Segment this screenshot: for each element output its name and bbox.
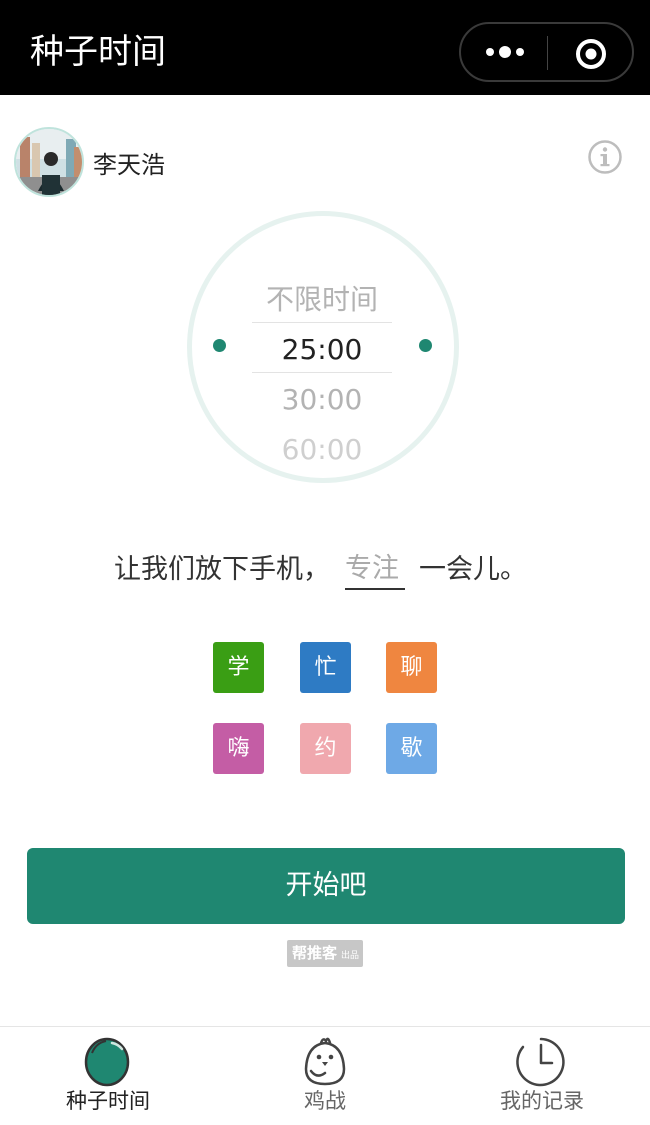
dial-dot-left — [213, 339, 226, 352]
tab-label-my-records: 我的记录 — [500, 1089, 584, 1113]
credit-brand: 帮推客 — [292, 944, 338, 962]
tag-study[interactable]: 学 — [213, 642, 264, 693]
picker-selection-line-bottom — [252, 372, 392, 373]
picker-option-selected[interactable]: 25:00 — [252, 325, 392, 375]
app-title: 种子时间 — [30, 32, 166, 72]
credit-suffix: 出品 — [341, 951, 360, 961]
info-circle-icon[interactable] — [587, 139, 623, 175]
bottom-tab-bar: 种子时间 鸡战 我的记录 — [0, 1026, 650, 1124]
top-nav-bar: 种子时间 — [0, 0, 650, 95]
duration-picker[interactable]: 不限时间 25:00 30:00 60:00 — [252, 275, 392, 465]
slogan: 让我们放下手机， 专注 一会儿。 — [0, 550, 650, 590]
picker-option[interactable]: 30:00 — [252, 375, 392, 425]
dial-dot-right — [419, 339, 432, 352]
tab-label-seed-time: 种子时间 — [66, 1089, 150, 1113]
user-name: 李天浩 — [93, 151, 165, 179]
picker-selection-line-top — [252, 322, 392, 323]
tag-date[interactable]: 约 — [300, 723, 351, 774]
start-button[interactable]: 开始吧 — [27, 848, 625, 924]
tab-label-chick-battle: 鸡战 — [304, 1089, 346, 1113]
ellipsis-icon[interactable] — [483, 45, 527, 59]
picker-option[interactable]: 不限时间 — [252, 275, 392, 325]
tab-chick-battle[interactable]: 鸡战 — [217, 1027, 433, 1125]
seed-icon — [84, 1037, 130, 1087]
avatar-image — [16, 129, 82, 195]
menu-capsule — [459, 22, 634, 82]
tag-rest[interactable]: 歇 — [386, 723, 437, 774]
slogan-prefix: 让我们放下手机， — [114, 554, 330, 585]
tag-busy[interactable]: 忙 — [300, 642, 351, 693]
chick-icon — [304, 1037, 346, 1086]
tag-chat[interactable]: 聊 — [386, 642, 437, 693]
tab-seed-time[interactable]: 种子时间 — [0, 1027, 216, 1125]
main-content: 李天浩 不限时间 25:00 30:00 60:00 让我们放下手机， 专注 一… — [0, 95, 650, 1026]
tag-party[interactable]: 嗨 — [213, 723, 264, 774]
credit-badge: 帮推客 出品 — [287, 940, 363, 967]
slogan-suffix: 一会儿。 — [419, 554, 527, 585]
clock-record-icon — [516, 1037, 565, 1087]
tab-my-records[interactable]: 我的记录 — [434, 1027, 650, 1125]
user-avatar[interactable] — [14, 127, 84, 197]
capsule-divider — [547, 36, 548, 70]
target-circle-icon[interactable] — [575, 38, 607, 70]
focus-input[interactable]: 专注 — [345, 550, 405, 590]
picker-option[interactable]: 60:00 — [252, 425, 392, 465]
